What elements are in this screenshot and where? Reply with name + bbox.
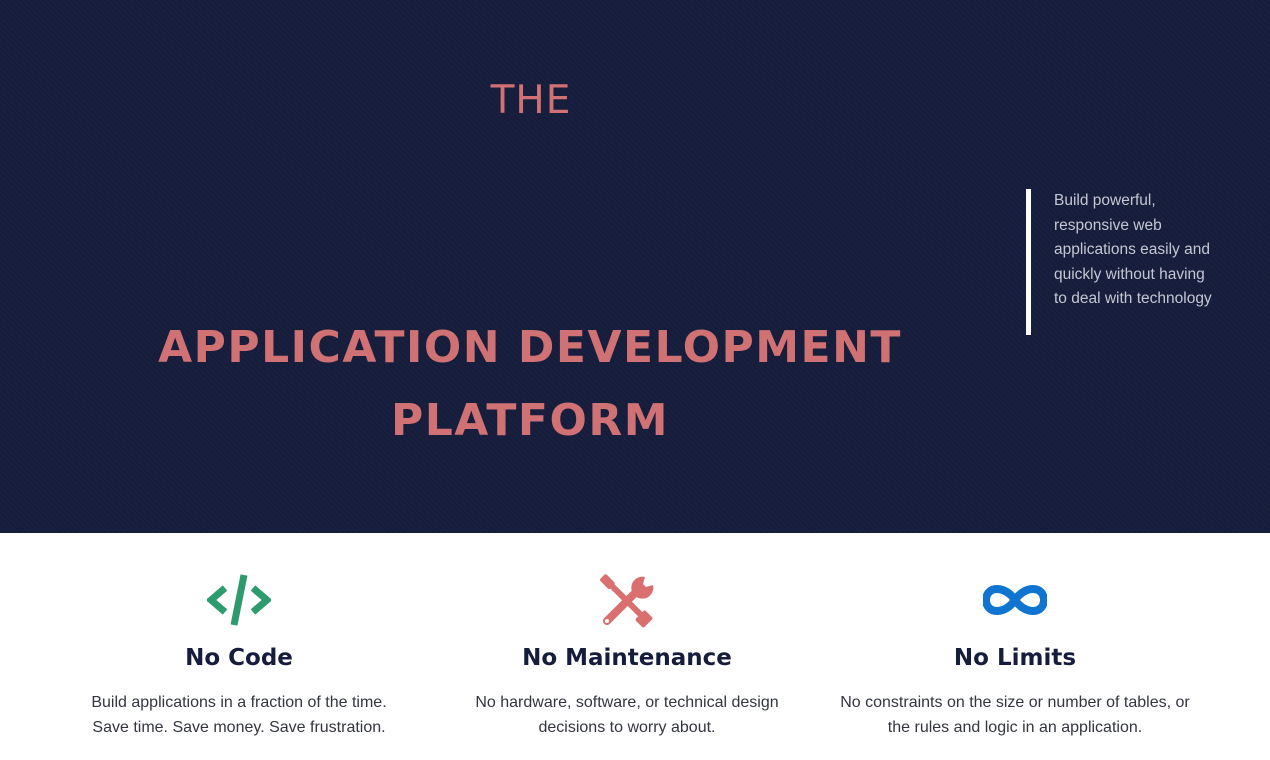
tools-icon xyxy=(595,571,659,629)
feature-desc-line1: Build applications in a fraction of the … xyxy=(91,694,387,711)
feature-desc-line2: the rules and logic in an application. xyxy=(887,719,1143,736)
feature-description: No hardware, software, or technical desi… xyxy=(427,690,827,740)
feature-description: No constraints on the size or number of … xyxy=(815,690,1215,740)
hero-tagline: Build powerful, responsive web applicati… xyxy=(1054,192,1212,307)
hero-title-line1: APPLICATION DEVELOPMENT xyxy=(158,322,902,373)
feature-title: No Code xyxy=(185,645,293,671)
features-section: No Code Build applications in a fraction… xyxy=(0,533,1270,760)
code-icon xyxy=(207,571,271,629)
feature-title: No Maintenance xyxy=(522,645,732,671)
feature-desc-line2: Save time. Save money. Save frustration. xyxy=(92,719,386,736)
feature-desc-line1: No constraints on the size or number of … xyxy=(840,694,1190,711)
infinity-icon xyxy=(983,571,1047,629)
hero-title-line2: PLATFORM xyxy=(390,395,670,446)
feature-description: Build applications in a fraction of the … xyxy=(39,690,439,740)
feature-desc-line1: No hardware, software, or technical desi… xyxy=(475,694,779,711)
hero-the-label: THE xyxy=(490,78,572,123)
feature-title: No Limits xyxy=(953,645,1077,671)
hero-section: THE APPLICATION DEVELOPMENT PLATFORM Bui… xyxy=(0,0,1270,533)
tagline-divider xyxy=(1026,189,1031,335)
hero-title: APPLICATION DEVELOPMENT PLATFORM xyxy=(130,311,930,457)
feature-desc-line2: decisions to worry about. xyxy=(538,719,716,736)
